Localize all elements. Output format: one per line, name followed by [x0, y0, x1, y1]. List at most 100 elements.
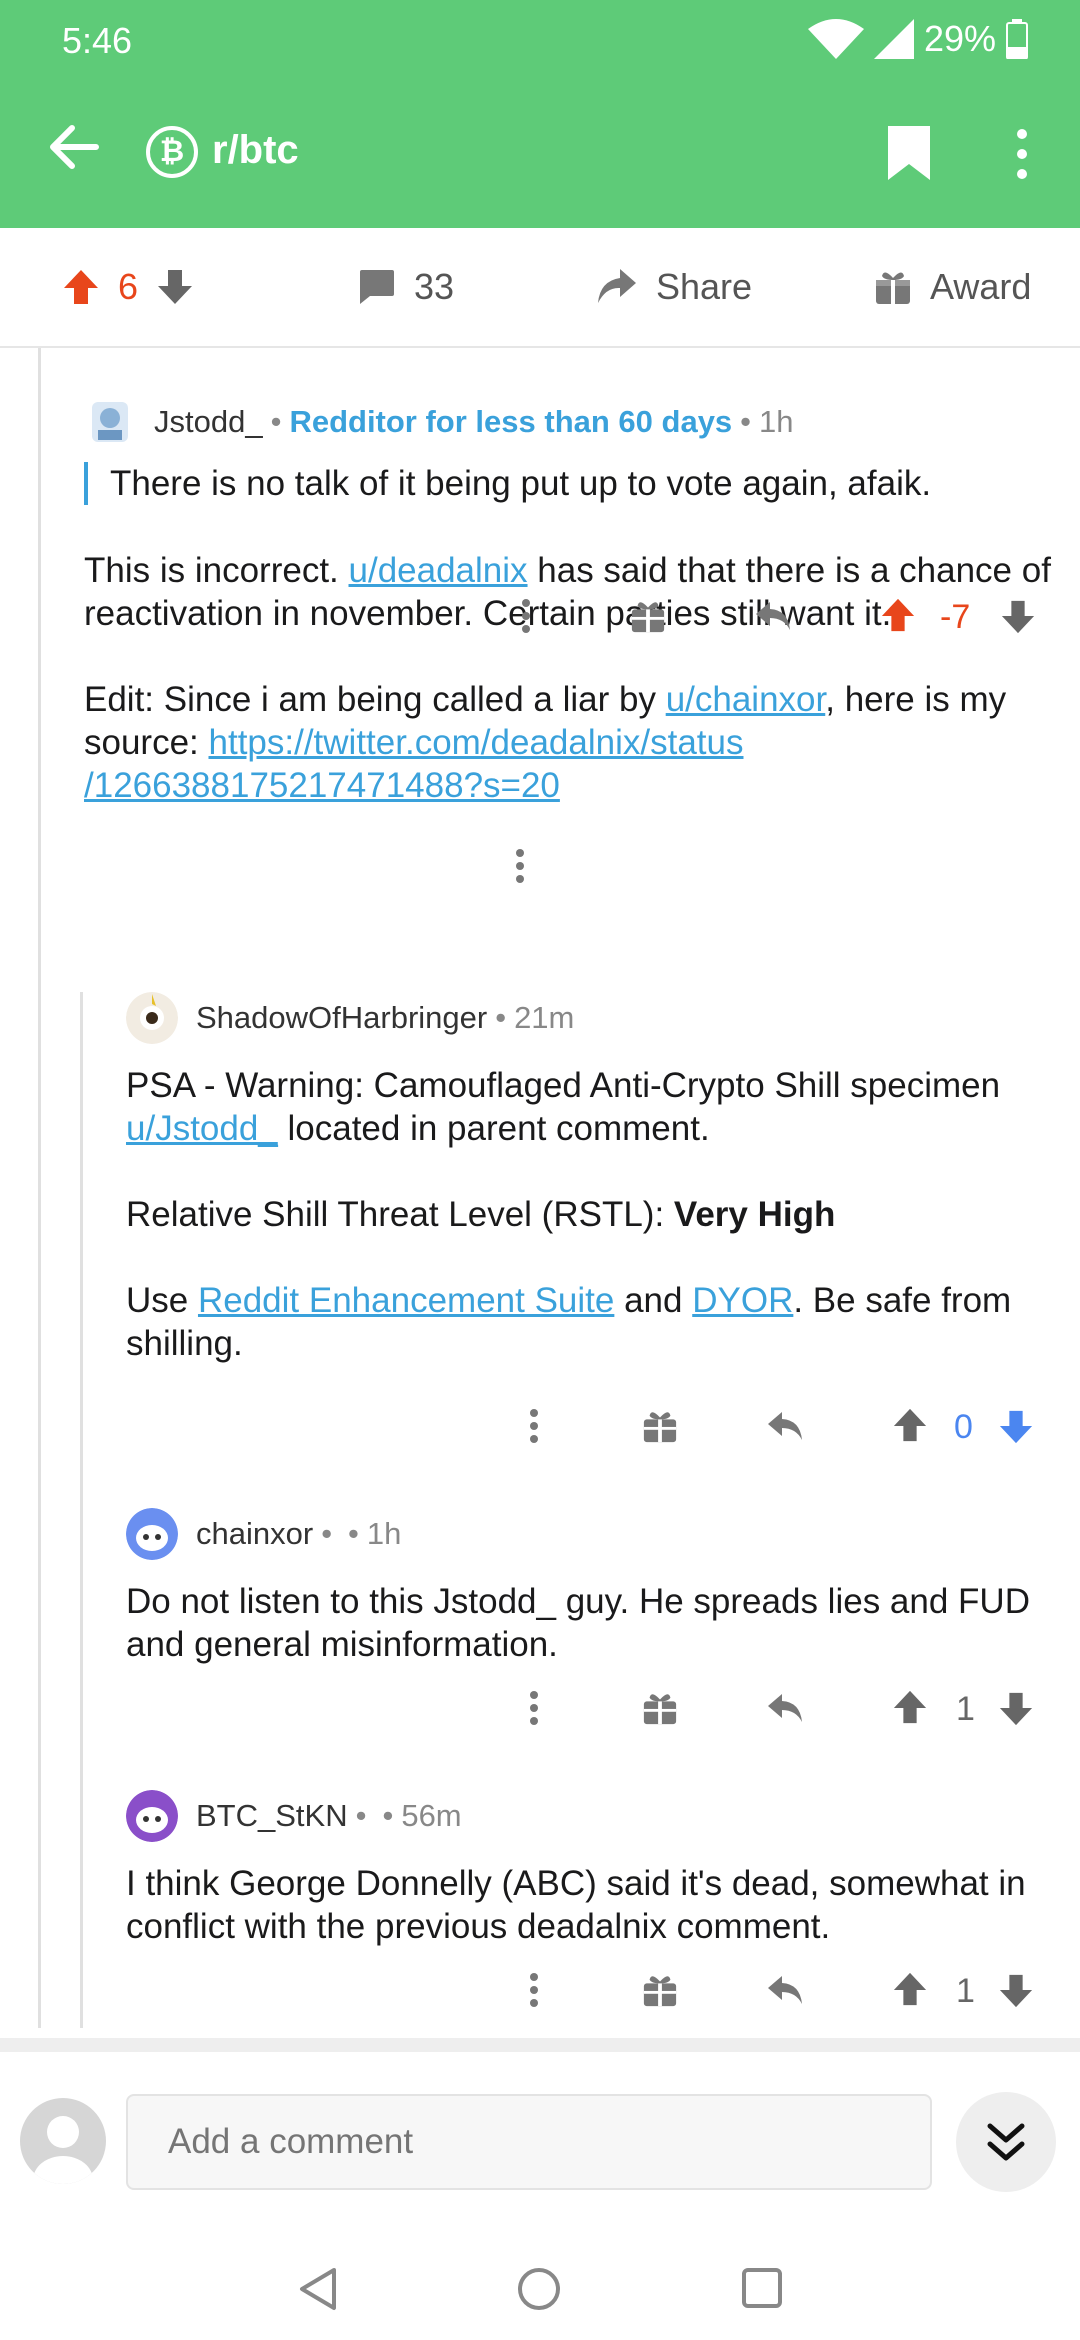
avatar[interactable]: [84, 396, 136, 448]
avatar[interactable]: [126, 1790, 178, 1842]
share-label: Share: [656, 266, 753, 307]
comment-author[interactable]: chainxor: [196, 1516, 313, 1552]
gift-icon: [876, 272, 910, 304]
comment-age: 1h: [366, 1516, 402, 1551]
status-time: 5:46: [62, 20, 133, 61]
downvote-icon[interactable]: [998, 1690, 1034, 1728]
separator-dot: •: [348, 1516, 359, 1551]
back-arrow-icon[interactable]: [46, 120, 100, 174]
subreddit-icon[interactable]: ₿: [146, 126, 198, 178]
award-label: Award: [930, 266, 1032, 307]
text: Use: [126, 1281, 198, 1320]
comment-author[interactable]: ShadowOfHarbringer: [196, 1000, 487, 1036]
gift-icon[interactable]: [642, 1408, 678, 1444]
award-button[interactable]: Award: [874, 266, 1031, 308]
share-icon: [598, 269, 636, 303]
more-options-icon[interactable]: [1008, 128, 1036, 180]
compose-bar: [0, 2038, 1080, 2238]
downvote-icon[interactable]: [998, 1408, 1034, 1446]
reply-icon[interactable]: [766, 1690, 806, 1726]
avatar[interactable]: [126, 992, 178, 1044]
gift-icon[interactable]: [630, 598, 666, 634]
downvote-icon[interactable]: [998, 1972, 1034, 2010]
comments-count-button[interactable]: 33: [356, 266, 454, 308]
post-vote-group: 6: [62, 266, 194, 308]
separator-dot: •: [321, 1516, 333, 1551]
comment-paragraph: Do not listen to this Jstodd_ guy. He sp…: [126, 1582, 1030, 1664]
author-flair: Redditor for less than 60 days: [289, 404, 733, 439]
post-action-row: 6 33 Share Award: [0, 228, 1080, 348]
upvote-icon[interactable]: [892, 1688, 928, 1726]
collapse-thread-button[interactable]: [956, 2092, 1056, 2192]
add-comment-input[interactable]: [126, 2094, 932, 2190]
reply-icon[interactable]: [766, 1408, 806, 1444]
post-score: 6: [118, 266, 139, 307]
wifi-icon: [807, 19, 864, 59]
subreddit-name[interactable]: r/btc: [212, 128, 299, 173]
comment-paragraph: I think George Donnelly (ABC) said it's …: [126, 1864, 1026, 1946]
comment-paragraph: Edit: Since i am being called a liar by …: [84, 678, 1054, 807]
upvote-icon[interactable]: [892, 1970, 928, 2008]
separator-dot: •: [270, 404, 282, 439]
more-options-icon[interactable]: [518, 598, 534, 634]
thread-rail: [38, 348, 41, 2028]
user-silhouette-icon: [33, 2116, 93, 2184]
separator-dot: •: [740, 404, 752, 439]
source-url-link-cont[interactable]: /1266388175217471488?s=20: [84, 766, 560, 805]
comment-author[interactable]: Jstodd_: [154, 404, 263, 440]
text: PSA - Warning: Camouflaged Anti-Crypto S…: [126, 1066, 1001, 1105]
share-button[interactable]: Share: [594, 266, 752, 308]
downvote-icon[interactable]: [156, 268, 194, 306]
upvote-icon[interactable]: [892, 1406, 928, 1444]
nav-home-icon[interactable]: [516, 2266, 562, 2312]
text: located in parent comment.: [277, 1109, 710, 1148]
separator-dot: •: [355, 1798, 367, 1833]
comment-chainxor: chainxor • • 1h Do not listen to this Js…: [126, 1508, 1056, 1666]
comment-age: 56m: [401, 1798, 462, 1833]
source-url-link[interactable]: https://twitter.com/deadalnix/status: [209, 723, 744, 762]
downvote-icon[interactable]: [1000, 598, 1036, 636]
upvote-icon[interactable]: [880, 596, 916, 634]
more-options-icon[interactable]: [526, 1408, 542, 1444]
gift-icon[interactable]: [642, 1690, 678, 1726]
bookmark-icon[interactable]: [886, 124, 932, 182]
comment-score: 1: [956, 1972, 975, 2010]
my-avatar[interactable]: [20, 2098, 106, 2184]
more-options-icon[interactable]: [526, 1690, 542, 1726]
comment-bubble-icon: [360, 270, 394, 304]
separator-dot: •: [495, 1000, 507, 1035]
comment-age: 1h: [759, 404, 794, 439]
avatar[interactable]: [126, 1508, 178, 1560]
dyor-link[interactable]: DYOR: [692, 1281, 793, 1320]
comment-header: ShadowOfHarbringer • 21m: [126, 992, 1056, 1044]
signal-icon: [873, 19, 914, 59]
reply-icon[interactable]: [766, 1972, 806, 2008]
gift-icon[interactable]: [642, 1972, 678, 2008]
status-icons: 29%: [807, 18, 1028, 60]
more-options-icon[interactable]: [526, 1972, 542, 2008]
comment-header: Jstodd_ • Redditor for less than 60 days…: [84, 396, 1054, 448]
nav-recents-icon[interactable]: [740, 2266, 784, 2310]
double-chevron-down-icon: [987, 2123, 1025, 2161]
user-link-chainxor[interactable]: u/chainxor: [666, 680, 826, 719]
nav-back-icon[interactable]: [296, 2266, 340, 2312]
comment-shadowofharbringer: ShadowOfHarbringer • 21m PSA - Warning: …: [126, 992, 1056, 1365]
text: Relative Shill Threat Level (RSTL):: [126, 1195, 674, 1234]
comment-author[interactable]: BTC_StKN: [196, 1798, 348, 1834]
text: and: [614, 1281, 693, 1320]
user-link-deadalnix[interactable]: u/deadalnix: [349, 551, 528, 590]
comment-body: PSA - Warning: Camouflaged Anti-Crypto S…: [126, 1064, 1056, 1365]
comment-body: I think George Donnelly (ABC) said it's …: [126, 1862, 1076, 1948]
comments-count: 33: [414, 266, 455, 307]
reply-icon[interactable]: [754, 598, 794, 634]
comment-header: BTC_StKN • • 56m: [126, 1790, 1076, 1842]
comment-score: 0: [954, 1408, 973, 1446]
text: This is incorrect.: [84, 551, 349, 590]
user-link-jstodd[interactable]: u/Jstodd_: [126, 1109, 278, 1148]
upvote-icon[interactable]: [62, 268, 100, 306]
more-options-icon[interactable]: [512, 848, 528, 884]
comment-paragraph: PSA - Warning: Camouflaged Anti-Crypto S…: [126, 1064, 1056, 1150]
comment-btc-stkn: BTC_StKN • • 56m I think George Donnelly…: [126, 1790, 1076, 1948]
res-link[interactable]: Reddit Enhancement Suite: [198, 1281, 614, 1320]
comment-paragraph: Use Reddit Enhancement Suite and DYOR. B…: [126, 1279, 1056, 1365]
